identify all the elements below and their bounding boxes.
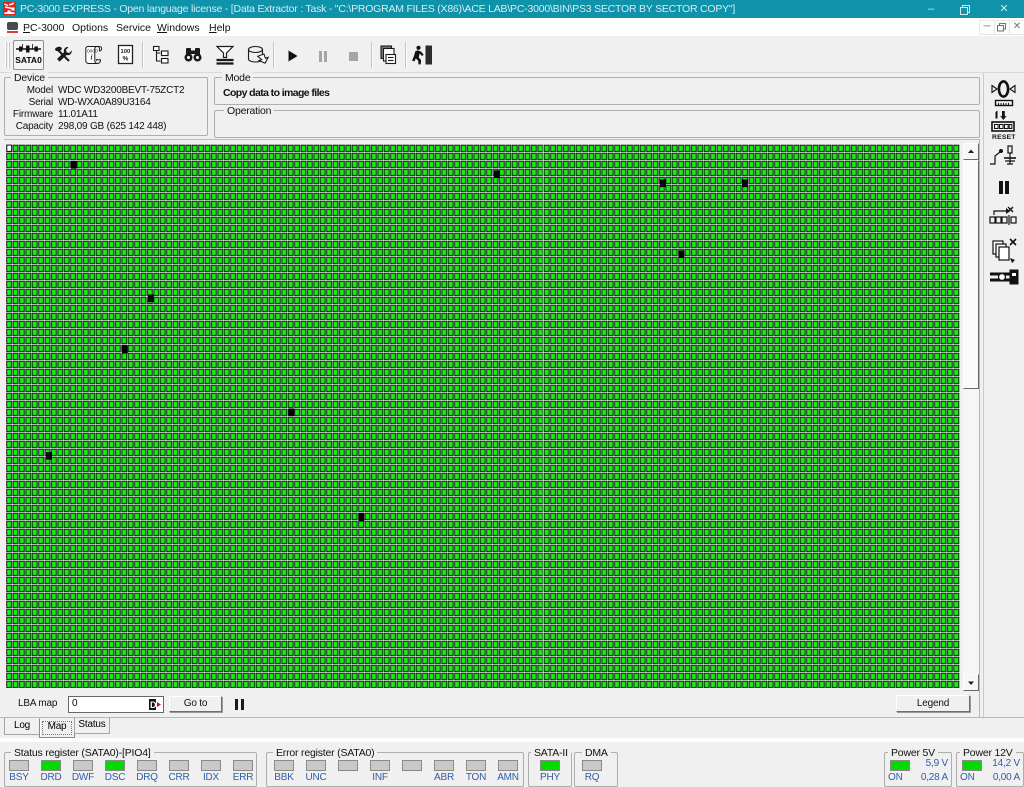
svg-text:100: 100 bbox=[121, 49, 131, 55]
svg-text:RESET: RESET bbox=[992, 134, 1016, 140]
svg-text:D: D bbox=[150, 700, 157, 710]
svg-text:0000: 0000 bbox=[87, 49, 98, 55]
svg-text:i: i bbox=[91, 54, 93, 62]
svg-text:%: % bbox=[123, 56, 129, 63]
